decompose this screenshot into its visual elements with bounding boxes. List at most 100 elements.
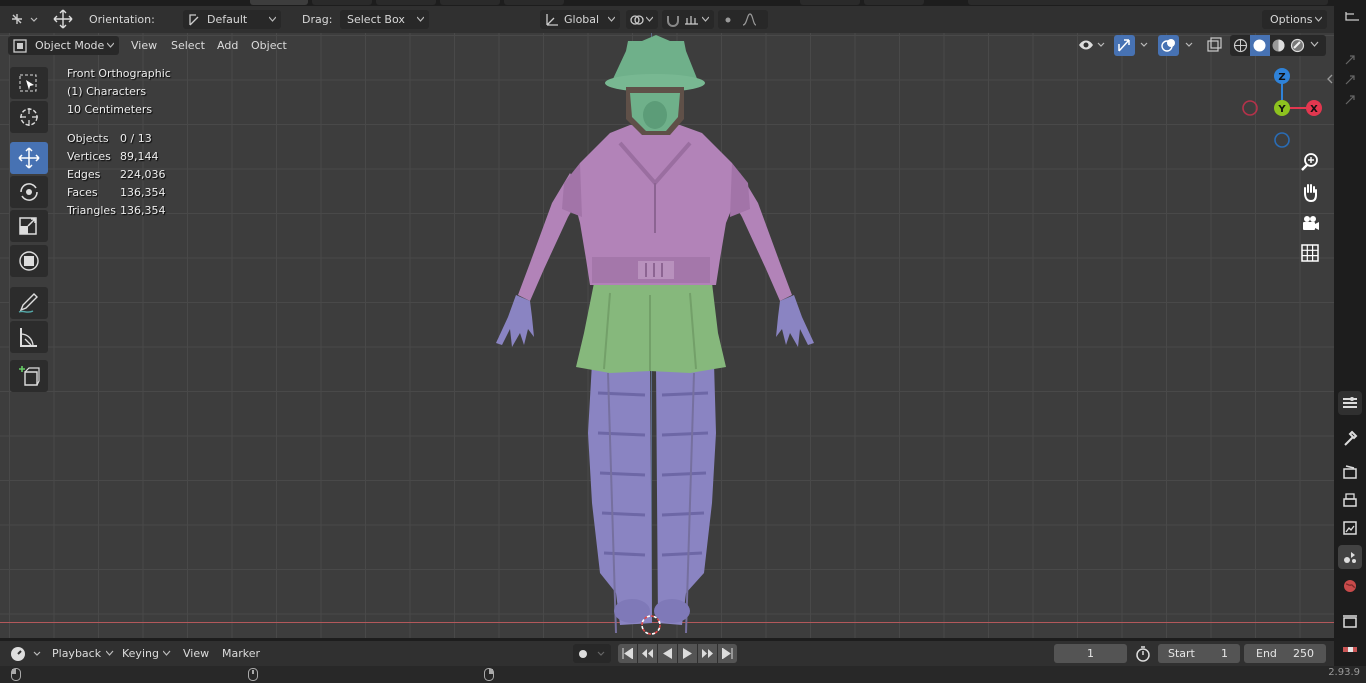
chevron-down-icon (106, 650, 114, 656)
navigation-gizmo[interactable]: Z X Y (1236, 63, 1328, 153)
object-mode-dropdown[interactable]: Object Mode (8, 36, 119, 55)
record-icon (579, 650, 605, 658)
3d-viewport[interactable]: Object Mode View Select Add Object Front… (0, 33, 1334, 638)
tab-scene[interactable] (1338, 545, 1362, 569)
rotate-tool[interactable] (10, 176, 48, 208)
shading-mode-group (1230, 35, 1326, 56)
workspace-tab[interactable] (800, 0, 860, 5)
chevron-down-icon (163, 650, 171, 656)
cursor-tool[interactable] (10, 101, 48, 133)
tab-texture[interactable] (1338, 638, 1362, 662)
gizmo-neg-z-axis[interactable] (1274, 132, 1290, 148)
character-model[interactable] (480, 33, 830, 633)
scale-tool[interactable] (10, 210, 48, 242)
transform-orientation-dropdown[interactable]: Global (540, 10, 620, 29)
playback-menu[interactable]: Playback (52, 644, 114, 663)
add-cube-tool[interactable] (10, 360, 48, 392)
keyframe-back-icon (642, 649, 653, 658)
orientation-dropdown[interactable]: Default (183, 10, 281, 29)
outliner-button[interactable] (1342, 8, 1364, 30)
current-frame-field[interactable]: 1 (1054, 644, 1127, 663)
gizmo-neg-x-axis[interactable] (1242, 100, 1258, 116)
workspace-tab[interactable] (312, 0, 372, 5)
annotate-tool[interactable] (10, 287, 48, 319)
start-frame-field[interactable]: Start 1 (1158, 644, 1240, 663)
options-dropdown[interactable]: Options (1262, 10, 1327, 29)
tab-render[interactable] (1338, 460, 1362, 484)
marker-menu[interactable]: Marker (222, 644, 260, 663)
pencil-icon (18, 293, 38, 313)
preview-range-toggle[interactable] (1133, 644, 1153, 663)
perspective-toggle-button[interactable] (1297, 240, 1323, 266)
tab-world[interactable] (1338, 574, 1362, 598)
play-reverse-button[interactable] (658, 644, 677, 663)
timeline-view-menu[interactable]: View (183, 644, 209, 663)
snap-group[interactable] (662, 10, 714, 29)
tab-output[interactable] (1338, 488, 1362, 512)
workspace-tab[interactable] (440, 0, 500, 5)
workspace-tab[interactable] (864, 0, 924, 5)
drag-dropdown[interactable]: Select Box (340, 10, 429, 29)
jump-start-button[interactable] (618, 644, 637, 663)
workspace-tab-active[interactable] (250, 0, 308, 5)
properties-tab-column (1327, 0, 1366, 666)
view-menu[interactable]: View (125, 36, 163, 55)
camera-view-button[interactable] (1297, 210, 1323, 236)
gizmo-toggle[interactable] (1114, 35, 1154, 56)
material-shading-icon[interactable] (1270, 37, 1287, 54)
chevron-down-icon[interactable] (1310, 41, 1320, 49)
tab-collection[interactable] (1338, 609, 1362, 633)
object-menu[interactable]: Object (245, 36, 293, 55)
timeline-editor-type-button[interactable] (8, 644, 42, 663)
proportional-editing-group[interactable] (718, 10, 768, 29)
cursor-icon (20, 108, 38, 126)
select-menu[interactable]: Select (165, 36, 211, 55)
character-helmet[interactable] (605, 35, 705, 135)
stat-value: 89,144 (120, 150, 159, 163)
auto-keying-toggle[interactable] (573, 644, 611, 663)
jump-keyframe-forward-button[interactable] (698, 644, 717, 663)
workspace-tabs-overflow (968, 0, 1328, 5)
overlays-icon (1161, 39, 1193, 52)
character-pants[interactable] (588, 363, 716, 633)
character-jacket[interactable] (562, 125, 750, 285)
measure-tool[interactable] (10, 321, 48, 353)
mouse-right-icon (484, 668, 494, 681)
zoom-button[interactable] (1297, 149, 1323, 175)
rendered-shading-icon[interactable] (1289, 37, 1306, 54)
add-menu[interactable]: Add (211, 36, 244, 55)
solid-shading-icon[interactable] (1251, 37, 1268, 54)
move-tool[interactable] (10, 142, 48, 174)
pivot-point-dropdown[interactable] (626, 10, 658, 29)
end-frame-field[interactable]: End 250 (1244, 644, 1326, 663)
chevron-down-icon (646, 16, 653, 22)
chevron-down-icon (1315, 16, 1322, 22)
visibility-dropdown[interactable] (1076, 35, 1108, 56)
mouse-middle-icon (248, 668, 258, 681)
pan-button[interactable] (1297, 179, 1323, 205)
tab-tool[interactable] (1338, 426, 1362, 450)
xray-toggle[interactable] (1204, 35, 1225, 56)
editor-type-button[interactable] (8, 10, 40, 29)
gizmo-z-label: Z (1278, 72, 1285, 83)
workspace-tab[interactable] (504, 0, 564, 5)
magnet-icon (667, 16, 679, 27)
jump-end-button[interactable] (718, 644, 737, 663)
wireframe-shading-icon[interactable] (1232, 37, 1249, 54)
workspace-tab[interactable] (376, 0, 436, 5)
play-button[interactable] (678, 644, 697, 663)
transform-tool[interactable] (10, 245, 48, 277)
overlays-toggle[interactable] (1158, 35, 1200, 56)
stat-value: 136,354 (120, 204, 166, 217)
jump-keyframe-back-button[interactable] (638, 644, 657, 663)
tab-view-layer[interactable] (1338, 516, 1362, 540)
select-box-tool[interactable] (10, 67, 48, 99)
keying-menu[interactable]: Keying (122, 644, 171, 663)
stat-label: Faces (67, 186, 98, 199)
tab-properties-editor[interactable] (1338, 391, 1362, 415)
keying-label: Keying (122, 647, 159, 660)
character-skirt[interactable] (576, 283, 726, 373)
sidebar-toggle-icon[interactable] (1326, 74, 1334, 84)
chevron-down-icon (417, 16, 424, 22)
stat-label: Objects (67, 132, 109, 145)
